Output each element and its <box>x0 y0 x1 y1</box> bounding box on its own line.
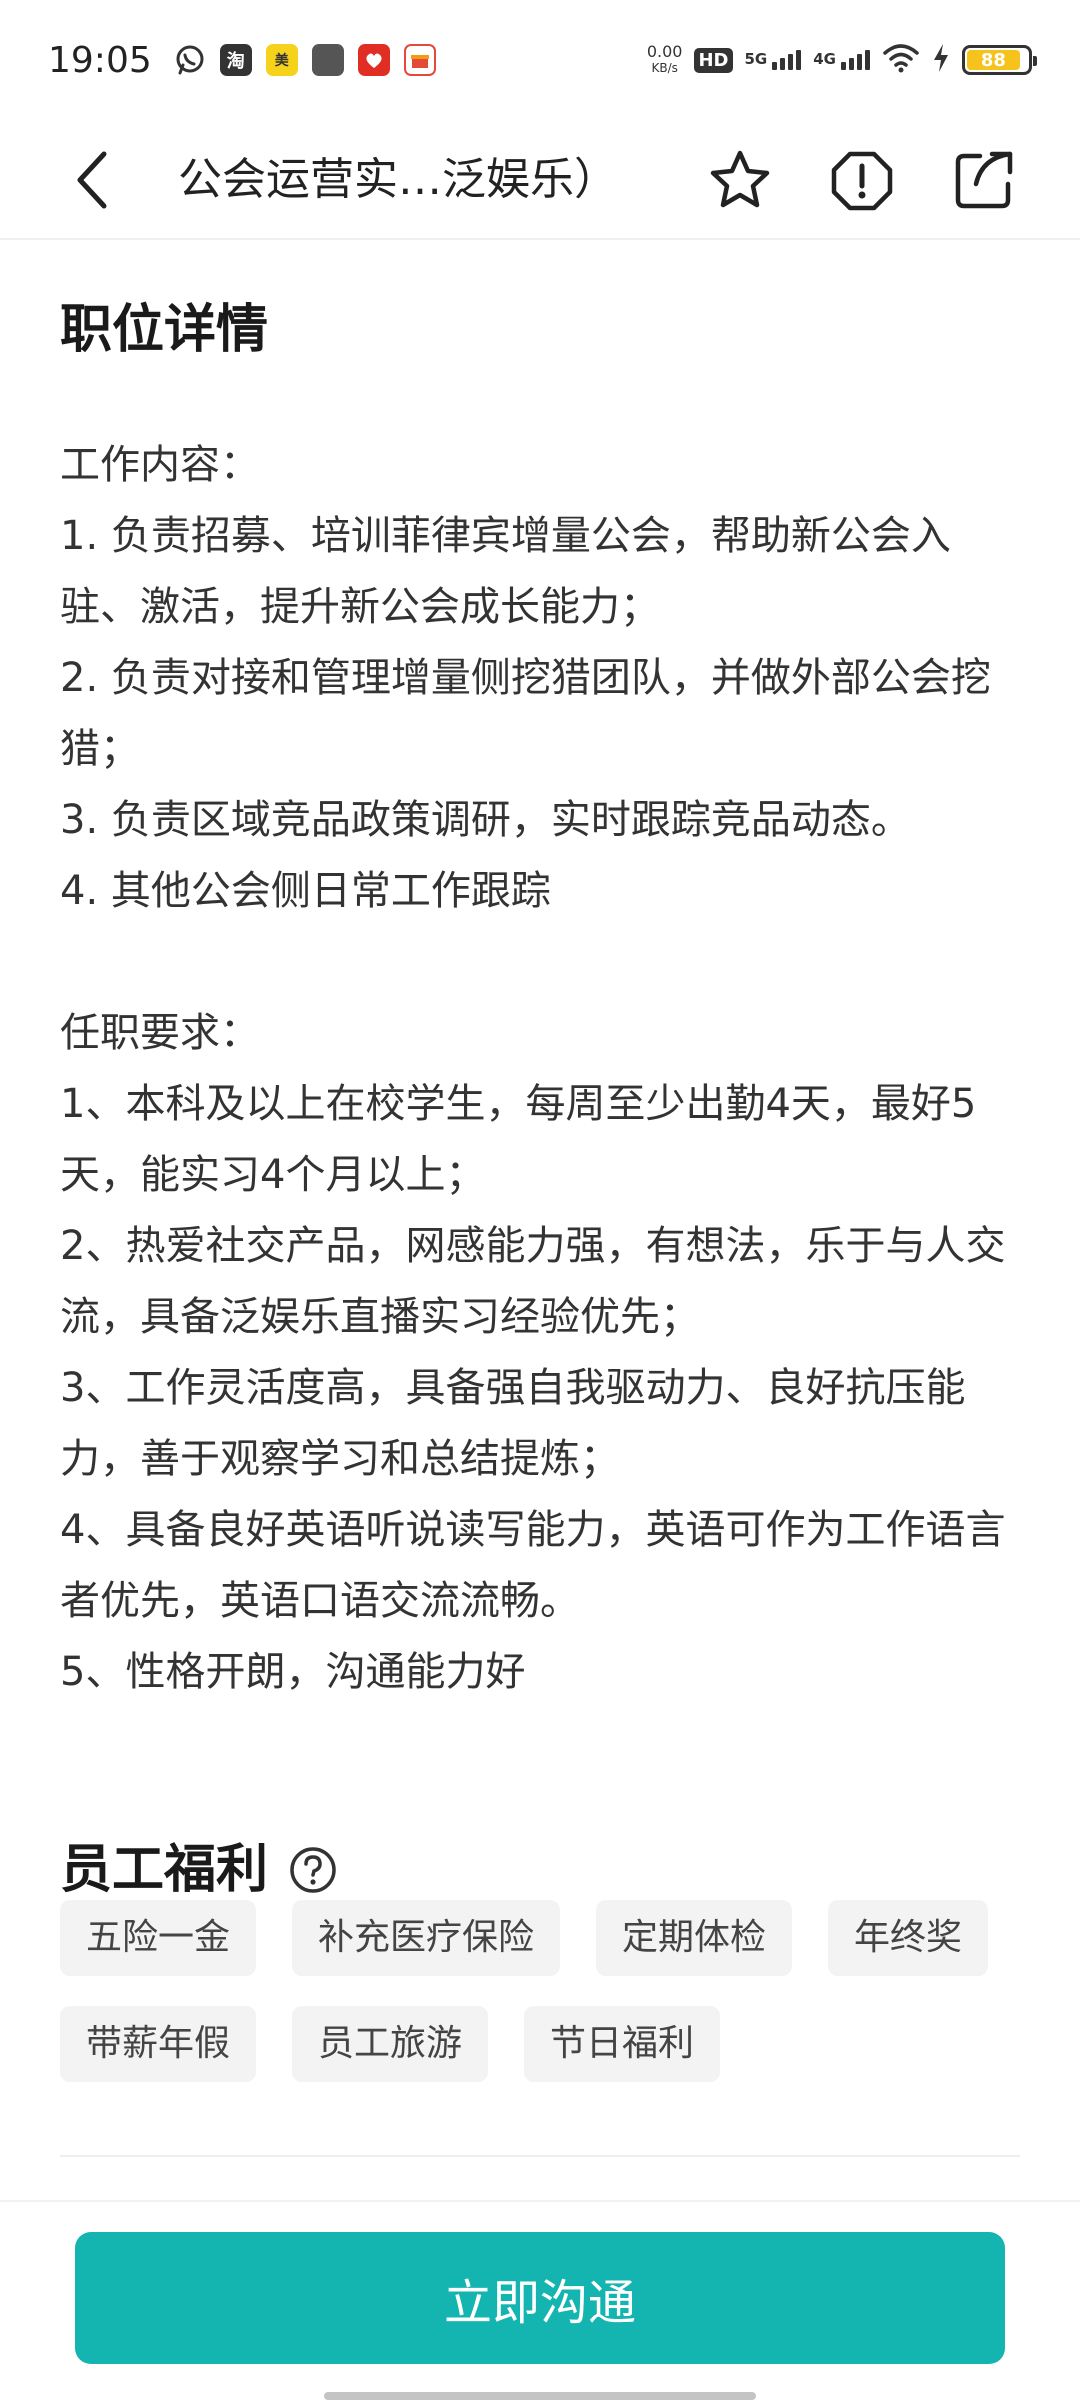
signal-sim2: 4G <box>813 50 870 70</box>
benefit-tag: 节日福利 <box>524 2006 721 2082</box>
benefit-tag: 补充医疗保险 <box>292 1900 561 1976</box>
meituan-icon: 美 <box>265 44 298 76</box>
charging-icon <box>932 43 950 77</box>
star-icon <box>710 150 770 208</box>
section-divider <box>60 2155 1020 2157</box>
wifi-icon <box>882 43 920 77</box>
benefit-tags: 五险一金 补充医疗保险 定期体检 年终奖 带薪年假 员工旅游 节日福利 <box>60 1900 1040 2082</box>
share-icon <box>955 151 1013 209</box>
page-title: 公会运营实…泛娱乐） <box>178 154 618 205</box>
benefit-tag: 定期体检 <box>596 1900 793 1976</box>
home-indicator[interactable] <box>324 2392 756 2400</box>
job-details-title: 职位详情 <box>60 300 269 360</box>
pinduoduo-icon <box>357 44 390 76</box>
net-speed: 0.00 KB/s <box>647 44 683 76</box>
status-bar: 19:05 淘 美 0.00 KB/s HD 5G 4G 88 <box>0 0 1080 120</box>
status-right: 0.00 KB/s HD 5G 4G 88 <box>647 43 1037 77</box>
sim2-label: 4G <box>813 50 836 68</box>
back-icon <box>77 151 107 209</box>
benefit-tag: 带薪年假 <box>60 2006 257 2082</box>
share-button[interactable] <box>948 144 1020 216</box>
taobao-icon: 淘 <box>219 44 252 76</box>
app-square-icon <box>311 44 344 76</box>
job-description: 工作内容： 1. 负责招募、培训菲律宾增量公会，帮助新公会入驻、激活，提升新公会… <box>60 442 1006 1695</box>
chat-now-button[interactable]: 立即沟通 <box>75 2232 1005 2364</box>
battery-indicator: 88 <box>962 45 1037 75</box>
hd-badge: HD <box>694 47 733 73</box>
notification-icons: 淘 美 <box>174 44 436 76</box>
benefit-tag: 员工旅游 <box>292 2006 489 2082</box>
report-button[interactable] <box>826 144 898 216</box>
benefit-tag: 五险一金 <box>60 1900 257 1976</box>
bottom-bar: 立即沟通 <box>0 2200 1080 2408</box>
benefits-title: 员工福利 <box>60 1840 269 1900</box>
status-time: 19:05 <box>48 39 152 81</box>
nav-bar: 公会运营实…泛娱乐） <box>0 120 1080 240</box>
help-button[interactable] <box>288 1845 338 1895</box>
gift-app-icon <box>403 44 436 76</box>
whatsapp-icon <box>174 44 206 76</box>
benefit-tag: 年终奖 <box>828 1900 989 1976</box>
net-speed-value: 0.00 <box>646 42 683 61</box>
net-speed-unit: KB/s <box>651 61 678 75</box>
report-icon <box>831 151 893 211</box>
sim1-label: 5G <box>744 50 768 68</box>
back-button[interactable] <box>60 148 124 212</box>
benefits-header: 员工福利 <box>60 1835 338 1905</box>
favorite-button[interactable] <box>704 144 776 216</box>
question-circle-icon <box>290 1847 336 1893</box>
battery-level: 88 <box>967 50 1020 71</box>
signal-sim1: 5G <box>745 50 802 70</box>
